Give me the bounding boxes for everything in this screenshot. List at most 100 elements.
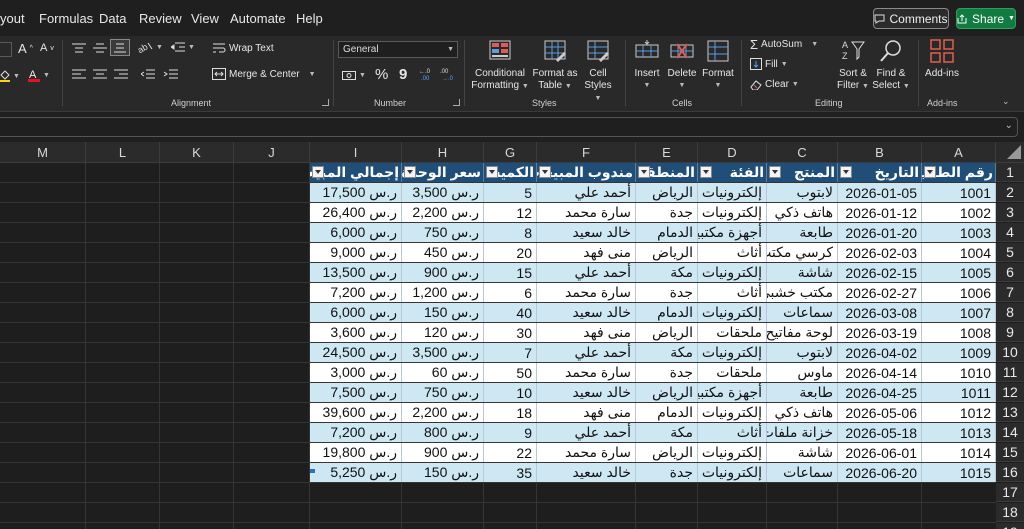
align-center-icon[interactable]: [93, 69, 107, 79]
table-cell[interactable]: 13,500 ر.س: [310, 263, 402, 282]
comments-button[interactable]: Comments: [873, 8, 949, 29]
align-bottom-button[interactable]: [110, 39, 130, 56]
table-cell[interactable]: 24,500 ر.س: [310, 343, 402, 362]
table-cell[interactable]: 5: [484, 183, 537, 202]
column-header-e[interactable]: E: [636, 142, 698, 163]
increase-indent-icon[interactable]: [164, 69, 178, 79]
filter-dropdown-icon[interactable]: [404, 166, 416, 178]
alignment-launcher-icon[interactable]: [322, 99, 329, 106]
filter-dropdown-icon[interactable]: [840, 166, 852, 178]
table-cell[interactable]: 2026-01-20: [838, 223, 922, 242]
column-header-h[interactable]: H: [402, 142, 484, 163]
filter-dropdown-icon[interactable]: [924, 166, 936, 178]
row-header-4[interactable]: 4: [996, 223, 1024, 242]
row-header-11[interactable]: 11: [996, 363, 1024, 382]
table-cell[interactable]: 2026-05-18: [838, 423, 922, 442]
fill-button[interactable]: Fill ▼: [750, 58, 788, 70]
table-cell[interactable]: 12: [484, 203, 537, 222]
table-cell[interactable]: 22: [484, 443, 537, 462]
table-cell[interactable]: 120 ر.س: [402, 323, 484, 342]
wrap-text-button[interactable]: Wrap Text: [212, 42, 274, 54]
formula-bar-input[interactable]: ⌄: [0, 117, 1018, 137]
table-cell[interactable]: ملحقات: [698, 363, 767, 382]
row-header-8[interactable]: 8: [996, 303, 1024, 322]
column-header-j[interactable]: J: [234, 142, 310, 163]
number-format-dropdown[interactable]: General ▼: [338, 41, 458, 58]
table-cell[interactable]: 1014: [922, 443, 996, 462]
table-cell[interactable]: ماوس: [767, 363, 838, 382]
table-cell[interactable]: إلكترونيات: [698, 263, 767, 282]
comma-style-button[interactable]: 9: [399, 66, 407, 83]
row-header-13[interactable]: 13: [996, 403, 1024, 422]
row-header-18[interactable]: 18: [996, 503, 1024, 522]
table-cell[interactable]: 1012: [922, 403, 996, 422]
table-cell[interactable]: 450 ر.س: [402, 243, 484, 262]
table-cell[interactable]: 9: [484, 423, 537, 442]
table-cell[interactable]: 2,200 ر.س: [402, 403, 484, 422]
table-header-cell[interactable]: سعر الوحدة: [402, 163, 484, 182]
table-cell[interactable]: إلكترونيات: [698, 183, 767, 202]
table-cell[interactable]: 2026-05-06: [838, 403, 922, 422]
table-cell[interactable]: سارة محمد: [537, 203, 636, 222]
row-header-3[interactable]: 3: [996, 203, 1024, 222]
table-cell[interactable]: إلكترونيات: [698, 203, 767, 222]
table-cell[interactable]: 1011: [922, 383, 996, 402]
table-cell[interactable]: 750 ر.س: [402, 383, 484, 402]
cell-styles-button[interactable]: Cell Styles ▼: [580, 38, 616, 105]
menu-formulas[interactable]: Formulas: [39, 11, 93, 26]
table-cell[interactable]: 2026-06-20: [838, 463, 922, 482]
insert-button[interactable]: Insert ▼: [631, 38, 663, 92]
menu-help[interactable]: Help: [296, 11, 323, 26]
table-cell[interactable]: 1007: [922, 303, 996, 322]
table-cell[interactable]: خزانة ملفات: [767, 423, 838, 442]
table-cell[interactable]: أثاث: [698, 423, 767, 442]
share-button[interactable]: Share ▼: [956, 8, 1016, 29]
row-header-16[interactable]: 16: [996, 463, 1024, 482]
table-cell[interactable]: 1010: [922, 363, 996, 382]
table-cell[interactable]: 19,800 ر.س: [310, 443, 402, 462]
table-cell[interactable]: 1013: [922, 423, 996, 442]
table-cell[interactable]: مكة: [636, 423, 698, 442]
align-right-icon[interactable]: [114, 69, 128, 79]
row-header-12[interactable]: 12: [996, 383, 1024, 402]
column-header-c[interactable]: C: [767, 142, 838, 163]
table-cell[interactable]: الدمام: [636, 303, 698, 322]
percent-button[interactable]: %: [375, 66, 388, 83]
table-cell[interactable]: منى فهد: [537, 323, 636, 342]
table-cell[interactable]: 18: [484, 403, 537, 422]
table-cell[interactable]: 900 ر.س: [402, 263, 484, 282]
table-cell[interactable]: الرياض: [636, 183, 698, 202]
table-cell[interactable]: 50: [484, 363, 537, 382]
filter-dropdown-icon[interactable]: [700, 166, 712, 178]
table-cell[interactable]: أحمد علي: [537, 423, 636, 442]
table-cell[interactable]: 2,200 ر.س: [402, 203, 484, 222]
table-cell[interactable]: 7,200 ر.س: [310, 283, 402, 302]
table-cell[interactable]: 1006: [922, 283, 996, 302]
table-cell[interactable]: 1001: [922, 183, 996, 202]
table-cell[interactable]: 20: [484, 243, 537, 262]
table-cell[interactable]: 800 ر.س: [402, 423, 484, 442]
table-cell[interactable]: شاشة: [767, 263, 838, 282]
table-cell[interactable]: الرياض: [636, 383, 698, 402]
menu-page-layout[interactable]: yout: [0, 11, 25, 26]
align-left-icon[interactable]: [72, 69, 86, 79]
table-cell[interactable]: 26,400 ر.س: [310, 203, 402, 222]
row-header-6[interactable]: 6: [996, 263, 1024, 282]
select-all-corner[interactable]: [996, 142, 1024, 163]
table-cell[interactable]: 1009: [922, 343, 996, 362]
font-size-dropdown-edge[interactable]: [0, 42, 12, 57]
delete-button[interactable]: Delete ▼: [666, 38, 698, 92]
table-cell[interactable]: سارة محمد: [537, 283, 636, 302]
table-cell[interactable]: طابعة: [767, 223, 838, 242]
table-cell[interactable]: طابعة: [767, 383, 838, 402]
number-launcher-icon[interactable]: [453, 99, 460, 106]
column-header-m[interactable]: M: [0, 142, 86, 163]
table-cell[interactable]: 150 ر.س: [402, 463, 484, 482]
filter-dropdown-icon[interactable]: [638, 166, 650, 178]
table-header-cell[interactable]: إجمالي المبيعة: [310, 163, 402, 182]
table-cell[interactable]: الرياض: [636, 443, 698, 462]
table-cell[interactable]: جدة: [636, 463, 698, 482]
row-header-5[interactable]: 5: [996, 243, 1024, 262]
table-cell[interactable]: 17,500 ر.س: [310, 183, 402, 202]
table-cell[interactable]: 9,000 ر.س: [310, 243, 402, 262]
